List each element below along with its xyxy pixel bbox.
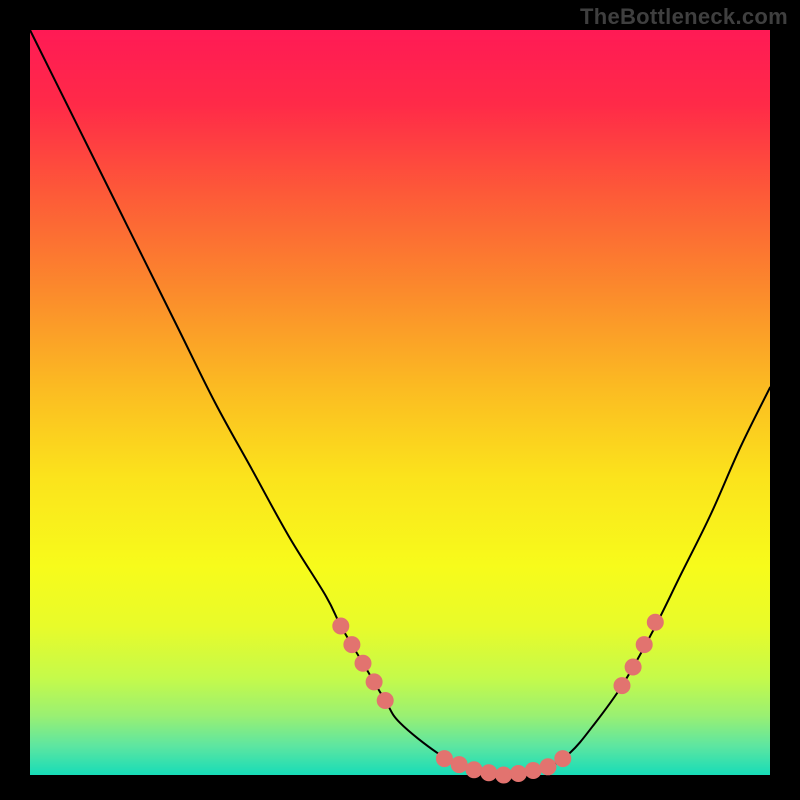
curve-marker	[333, 618, 349, 634]
watermark-text: TheBottleneck.com	[580, 4, 788, 30]
curve-marker	[555, 751, 571, 767]
curve-marker	[451, 757, 467, 773]
curve-marker	[540, 759, 556, 775]
chart-stage: TheBottleneck.com	[0, 0, 800, 800]
curve-marker	[625, 659, 641, 675]
curve-marker	[355, 655, 371, 671]
curve-marker	[636, 637, 652, 653]
curve-marker	[377, 693, 393, 709]
curve-marker	[436, 751, 452, 767]
chart-svg	[0, 0, 800, 800]
curve-marker	[366, 674, 382, 690]
curve-marker	[466, 762, 482, 778]
curve-marker	[525, 763, 541, 779]
curve-marker	[481, 765, 497, 781]
curve-marker	[647, 614, 663, 630]
curve-marker	[496, 767, 512, 783]
curve-marker	[614, 678, 630, 694]
curve-marker	[510, 766, 526, 782]
curve-marker	[344, 637, 360, 653]
plot-background	[30, 30, 770, 775]
